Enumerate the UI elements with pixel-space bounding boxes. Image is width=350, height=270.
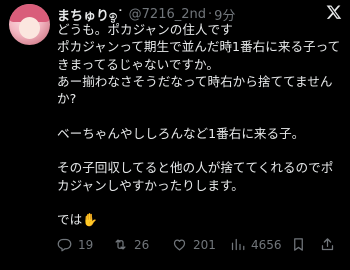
author-handle[interactable]: @7216_2nd: [129, 7, 206, 22]
bookmark-button[interactable]: [291, 237, 312, 252]
retweet-icon: [115, 239, 126, 250]
like-button[interactable]: 201: [172, 237, 216, 252]
share-button[interactable]: [320, 237, 341, 252]
retweet-count: 26: [134, 237, 150, 252]
tweet-line: ポカジャンって期生で並んだ時1番右に来る子って: [57, 39, 341, 55]
share-icon: [321, 238, 334, 251]
x-logo-icon[interactable]: [326, 4, 342, 20]
reply-count: 19: [78, 237, 94, 252]
avatar-face: [19, 17, 40, 39]
bookmark-icon: [294, 238, 303, 251]
heart-icon: [173, 239, 186, 251]
tweet-line: その子回収してると他の人が捨ててくれるのでポ: [57, 160, 334, 176]
retweet-button[interactable]: 26: [113, 237, 149, 252]
like-count: 201: [193, 237, 216, 252]
tweet-line: では✋: [57, 212, 98, 228]
tweet-line: どうも。ポカジャンの住人です: [57, 22, 233, 37]
action-bar: 19 26 201 4656: [57, 237, 342, 255]
header-separator: ·: [208, 6, 213, 22]
tweet-text: どうも。ポカジャンの住人です ポカジャンって期生で並んだ時1番右に来る子って き…: [57, 21, 342, 229]
views-icon: [231, 238, 245, 251]
reply-button[interactable]: 19: [57, 237, 93, 252]
avatar[interactable]: [9, 4, 50, 45]
tweet-line: か?: [57, 91, 77, 107]
view-count: 4656: [251, 237, 282, 252]
views-button[interactable]: 4656: [230, 237, 282, 252]
tweet-line: きまってるじゃないですか。: [57, 56, 219, 72]
tweet-line: ベーちゃんやししろんなど1番右に来る子。: [57, 125, 305, 141]
tweet-line: あー揃わなさそうだなって時右から捨ててません: [57, 73, 333, 89]
reply-icon: [57, 238, 72, 252]
tweet-line: カジャンしやすかったりします。: [57, 177, 244, 193]
